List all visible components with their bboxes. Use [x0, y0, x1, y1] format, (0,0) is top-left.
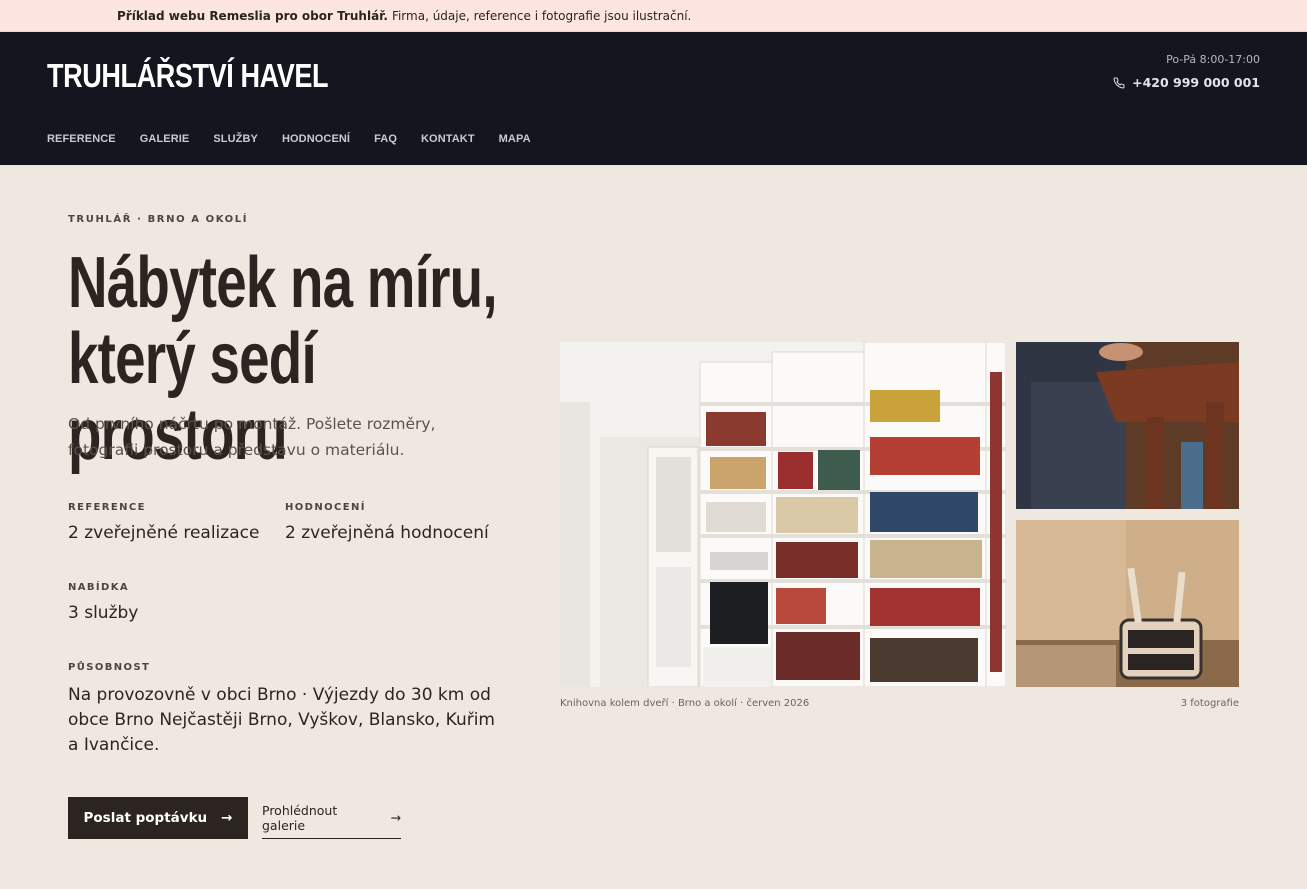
gallery-photo-craftsman[interactable]	[1016, 342, 1239, 509]
notice-bold-text: Příklad webu Remeslia pro obor Truhlář.	[117, 8, 388, 23]
gallery-photo-count: 3 fotografie	[1180, 698, 1239, 709]
nav-kontakt[interactable]: KONTAKT	[421, 133, 475, 145]
send-inquiry-button[interactable]: Poslat poptávku →	[68, 797, 248, 839]
photo-gallery	[560, 342, 1239, 687]
send-inquiry-label: Poslat poptávku	[83, 810, 208, 826]
demo-notice-bar: Příklad webu Remeslia pro obor Truhlář. …	[0, 0, 1307, 32]
gallery-caption: Knihovna kolem dveří · Brno a okolí · če…	[560, 698, 810, 709]
site-header: TRUHLÁŘSTVÍ HAVEL Po-Pá 8:00-17:00 +420 …	[0, 32, 1307, 165]
phone-link[interactable]: +420 999 000 001	[1113, 75, 1260, 90]
nav-sluzby[interactable]: SLUŽBY	[213, 133, 258, 145]
notice-text: Firma, údaje, reference i fotografie jso…	[391, 8, 692, 23]
hero-section: TRUHLÁŘ · BRNO A OKOLÍ Nábytek na míru, …	[0, 165, 1307, 889]
brand-logo[interactable]: TRUHLÁŘSTVÍ HAVEL	[47, 54, 329, 98]
stat-rating-label: HODNOCENÍ	[285, 502, 366, 513]
stat-area-label: PŮSOBNOST	[68, 662, 151, 673]
arrow-right-icon: →	[390, 810, 401, 825]
stat-area-value: Na provozovně v obci Brno · Výjezdy do 3…	[68, 685, 495, 755]
hero-eyebrow: TRUHLÁŘ · BRNO A OKOLÍ	[68, 214, 249, 225]
nav-mapa[interactable]: MAPA	[499, 133, 531, 145]
stat-offer-label: NABÍDKA	[68, 582, 130, 593]
stat-rating-value: 2 zveřejněná hodnocení	[285, 523, 489, 543]
stat-reference-value: 2 zveřejněné realizace	[68, 523, 260, 543]
nav-galerie[interactable]: GALERIE	[140, 133, 190, 145]
nav-faq[interactable]: FAQ	[374, 133, 397, 145]
gallery-photo-bookshelf[interactable]	[560, 342, 1006, 687]
phone-number: +420 999 000 001	[1132, 75, 1260, 90]
nav-hodnoceni[interactable]: HODNOCENÍ	[282, 133, 350, 145]
hero-title-line-1: Nábytek na míru,	[68, 243, 498, 323]
view-gallery-label: Prohlédnout galerie	[262, 802, 338, 833]
gallery-photo-wooden-detail[interactable]	[1016, 520, 1239, 687]
stat-offer-value: 3 služby	[68, 603, 139, 623]
opening-hours: Po-Pá 8:00-17:00	[1166, 53, 1260, 66]
nav-reference[interactable]: REFERENCE	[47, 133, 116, 145]
view-gallery-link[interactable]: Prohlédnout galerie →	[262, 797, 401, 839]
main-nav: REFERENCE GALERIE SLUŽBY HODNOCENÍ FAQ K…	[47, 133, 555, 145]
phone-icon	[1113, 76, 1125, 88]
stat-reference-label: REFERENCE	[68, 502, 146, 513]
hero-lead: Od prvního náčrtu po montáž. Pošlete roz…	[68, 415, 436, 459]
arrow-right-icon: →	[221, 810, 233, 826]
